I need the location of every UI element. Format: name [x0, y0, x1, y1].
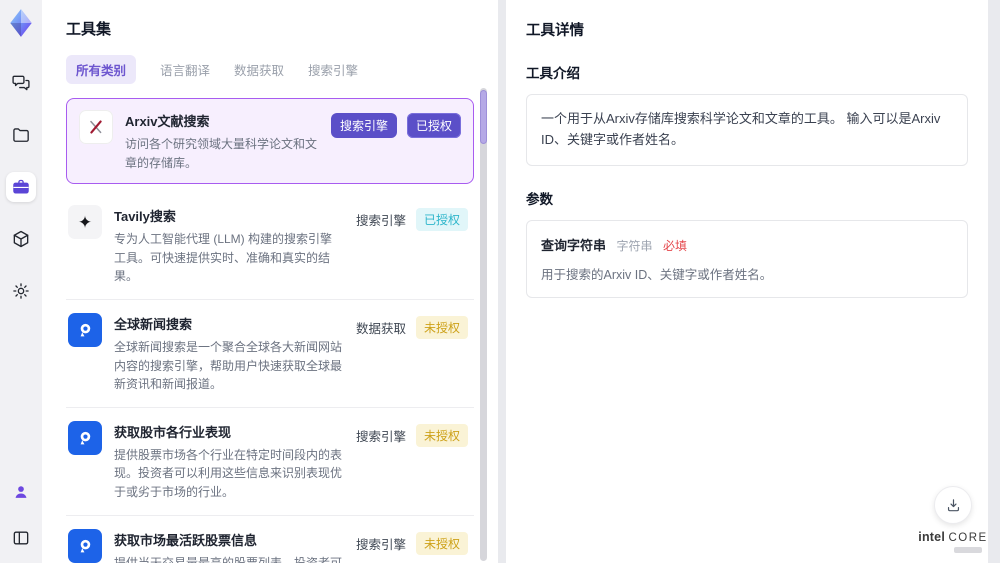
tool-name: 获取股市各行业表现: [114, 424, 232, 440]
params-heading: 参数: [526, 191, 553, 207]
intro-box: 一个用于从Arxiv存储库搜索科学论文和文章的工具。 输入可以是Arxiv ID…: [526, 94, 968, 166]
tab-data-acquisition[interactable]: 数据获取: [234, 60, 284, 79]
list-scrollbar[interactable]: [480, 88, 487, 561]
param-type: 字符串: [616, 238, 653, 253]
status-badge: 已授权: [415, 208, 468, 232]
arxiv-icon: [79, 110, 113, 144]
tool-row-active-stocks[interactable]: 获取市场最活跃股票信息 提供当天交易量最高的股票列表，投资者可以利用这些信息来识…: [66, 516, 474, 563]
category-label: 搜索引擎: [355, 429, 406, 444]
corner-widgets: intel CORE: [918, 486, 988, 553]
tab-all-categories[interactable]: 所有类别: [66, 55, 137, 84]
tool-row-global-news[interactable]: 全球新闻搜索 全球新闻搜索是一个聚合全球各大新闻网站内容的搜索引擎，帮助用户快速…: [66, 300, 474, 408]
list-scrollbar-thumb[interactable]: [480, 90, 487, 144]
active-stock-icon: [68, 528, 102, 563]
detail-title: 工具详情: [526, 23, 584, 39]
tool-description: 全球新闻搜索是一个聚合全球各大新闻网站内容的搜索引擎，帮助用户快速获取全球最新资…: [114, 339, 343, 392]
category-label: 搜索引擎: [355, 214, 406, 229]
app-root: 工具集 所有类别 语言翻译 数据获取 搜索引擎 Arxiv文献搜索 访问各个研究…: [0, 0, 1000, 563]
intel-core-logo: intel CORE: [918, 530, 988, 544]
cube-icon[interactable]: [6, 224, 36, 254]
category-label: 数据获取: [355, 321, 406, 336]
download-icon: [947, 498, 959, 511]
tool-description: 专为人工智能代理 (LLM) 构建的搜索引擎工具。可快速提供实时、准确和真实的结…: [114, 232, 333, 284]
tab-search-engine[interactable]: 搜索引擎: [308, 60, 358, 79]
param-box: 查询字符串 字符串 必填 用于搜索的Arxiv ID、关键字或作者姓名。: [526, 219, 968, 298]
status-badge: 未授权: [415, 531, 468, 555]
settings-icon[interactable]: [6, 276, 36, 306]
tool-description: 访问各个研究领域大量科学论文和文章的存储库。: [125, 137, 318, 170]
intro-text: 一个用于从Arxiv存储库搜索科学论文和文章的工具。 输入可以是Arxiv ID…: [541, 111, 941, 147]
tool-row-stock-sector[interactable]: 获取股市各行业表现 提供股票市场各个行业在特定时间段内的表现。投资者可以利用这些…: [66, 408, 474, 516]
tool-name: Tavily搜索: [114, 209, 176, 225]
tool-description: 提供股票市场各个行业在特定时间段内的表现。投资者可以利用这些信息来识别表现优于或…: [114, 447, 343, 499]
rail-nav: [6, 68, 36, 306]
tool-description: 提供当天交易量最高的股票列表，投资者可以利用这些信息来识别流动性强的股票和潜在的…: [114, 555, 343, 563]
news-search-icon: [68, 312, 102, 347]
status-badge: 未授权: [415, 315, 468, 339]
category-badge: 搜索引擎: [330, 113, 397, 138]
download-button[interactable]: [934, 486, 972, 524]
tool-row-arxiv[interactable]: Arxiv文献搜索 访问各个研究领域大量科学论文和文章的存储库。 搜索引擎 已授…: [66, 98, 474, 185]
stock-sector-icon: [68, 420, 102, 455]
app-logo-icon: [6, 8, 36, 38]
tavily-star-icon: ✦: [68, 205, 102, 240]
panel-toggle-icon[interactable]: [6, 523, 36, 553]
tool-name: 获取市场最活跃股票信息: [114, 532, 258, 548]
user-avatar-icon[interactable]: [6, 477, 36, 507]
status-badge: 已授权: [406, 113, 461, 138]
param-description: 用于搜索的Arxiv ID、关键字或作者姓名。: [541, 267, 773, 282]
tool-row-tavily[interactable]: ✦ Tavily搜索 专为人工智能代理 (LLM) 构建的搜索引擎工具。可快速提…: [66, 192, 474, 300]
toolbox-icon[interactable]: [6, 172, 36, 202]
folder-icon[interactable]: [6, 120, 36, 150]
left-rail: [0, 0, 42, 563]
param-name: 查询字符串: [541, 237, 607, 253]
status-badge: 未授权: [415, 423, 468, 447]
tool-list-panel: 工具集 所有类别 语言翻译 数据获取 搜索引擎 Arxiv文献搜索 访问各个研究…: [42, 0, 498, 563]
category-tabs: 所有类别 语言翻译 数据获取 搜索引擎: [66, 55, 474, 84]
page-title: 工具集: [66, 21, 112, 38]
tool-detail-panel: 工具详情 工具介绍 一个用于从Arxiv存储库搜索科学论文和文章的工具。 输入可…: [506, 0, 988, 563]
intro-heading: 工具介绍: [526, 66, 580, 81]
tool-name: Arxiv文献搜索: [125, 114, 210, 129]
param-required-badge: 必填: [662, 238, 687, 253]
tool-name: 全球新闻搜索: [114, 316, 193, 332]
rail-bottom: [6, 477, 36, 553]
chat-icon[interactable]: [6, 68, 36, 98]
category-label: 搜索引擎: [355, 537, 406, 552]
intel-logo-subbadge: [954, 547, 982, 553]
tab-language-translation[interactable]: 语言翻译: [160, 60, 210, 79]
